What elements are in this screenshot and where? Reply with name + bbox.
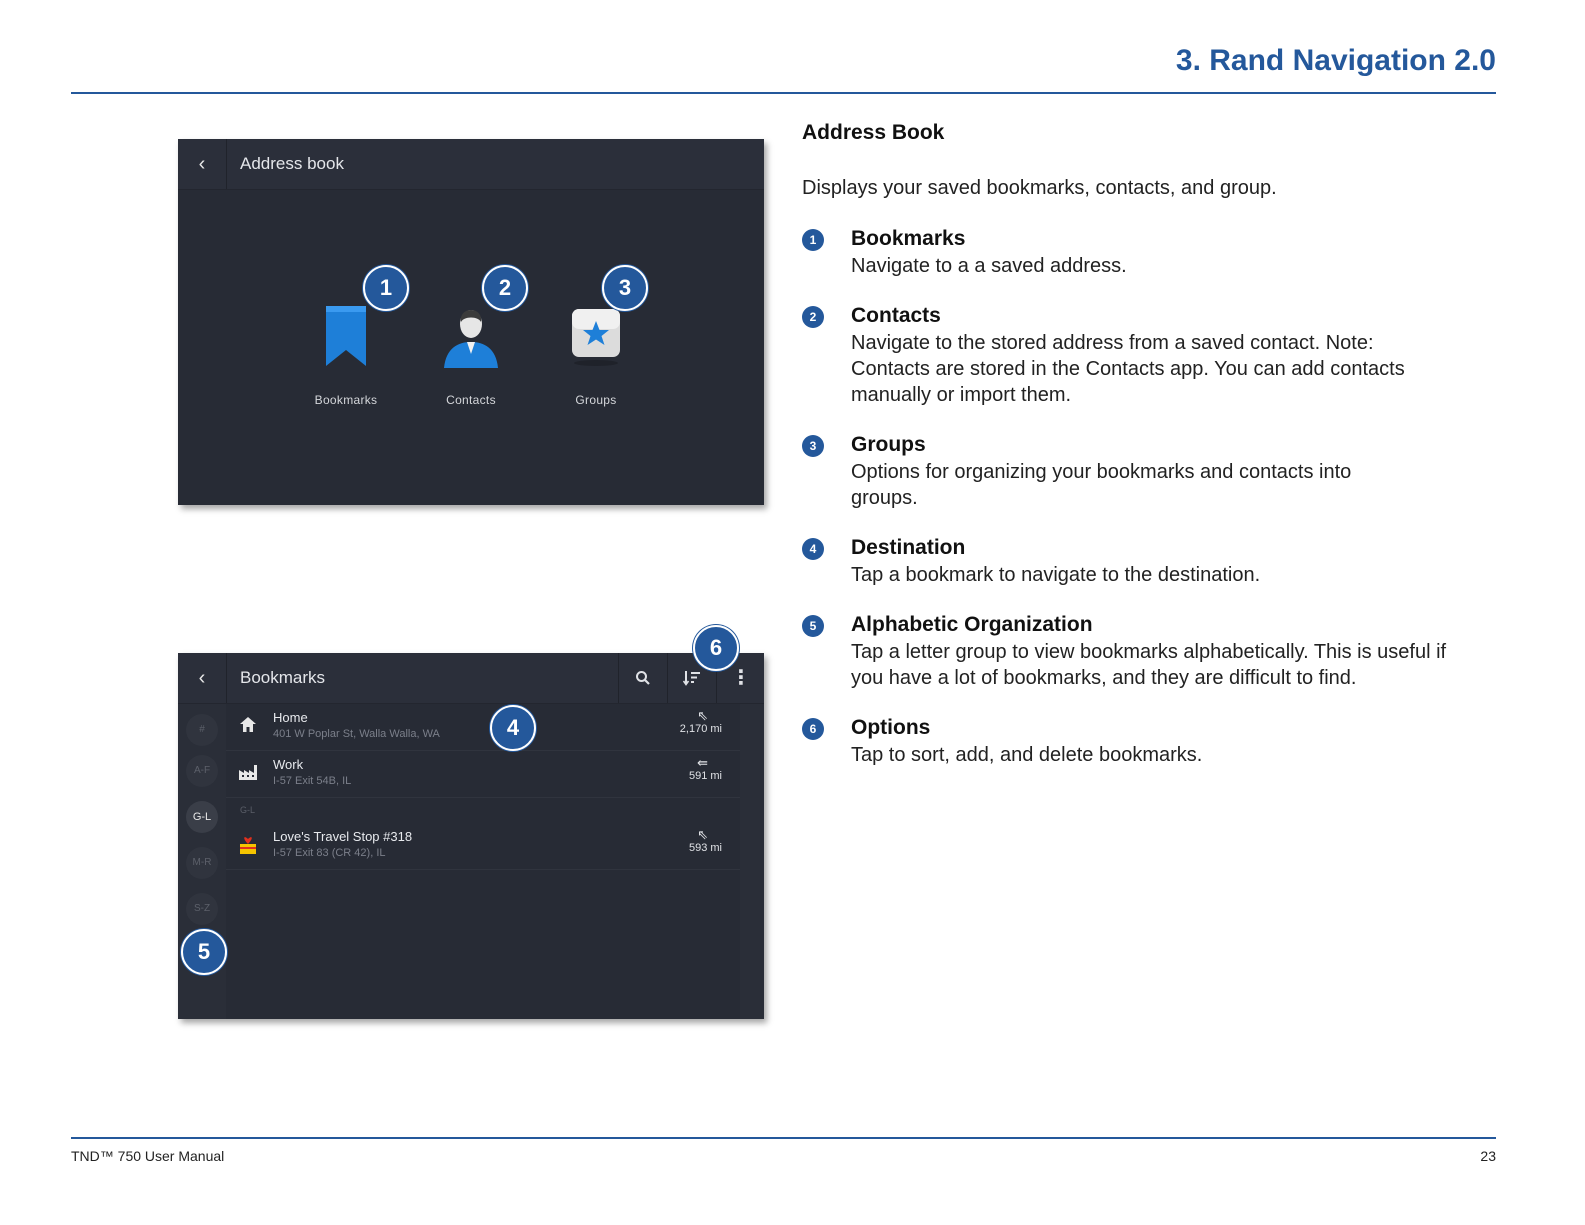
alpha-group-item[interactable]: # bbox=[186, 714, 218, 746]
bookmark-address: 401 W Poplar St, Walla Walla, WA bbox=[273, 728, 440, 740]
alpha-group-item[interactable]: M-R bbox=[186, 847, 218, 879]
bookmarks-tile-label: Bookmarks bbox=[314, 393, 378, 407]
bookmark-icon bbox=[326, 306, 366, 366]
item-body: Navigate to a a saved address. bbox=[851, 255, 1127, 277]
back-button[interactable]: ‹ bbox=[178, 653, 227, 703]
footer-rule bbox=[71, 1137, 1496, 1139]
groups-star-icon bbox=[572, 309, 620, 366]
item-title: Bookmarks bbox=[851, 227, 966, 250]
alpha-group-item[interactable]: S-Z bbox=[186, 893, 218, 925]
contacts-tile[interactable] bbox=[440, 302, 502, 372]
factory-icon bbox=[238, 763, 258, 783]
bookmark-address: I-57 Exit 83 (CR 42), IL bbox=[273, 847, 386, 859]
sort-icon bbox=[682, 670, 700, 686]
page-number: 23 bbox=[1480, 1148, 1496, 1164]
item-number-badge: 3 bbox=[802, 435, 824, 457]
address-book-screenshot: ‹ Address book Bookmarks Contacts Groups bbox=[178, 139, 764, 505]
item-number-badge: 5 bbox=[802, 615, 824, 637]
item-number-badge: 6 bbox=[802, 718, 824, 740]
callout-2: 2 bbox=[482, 265, 528, 311]
item-body: Tap to sort, add, and delete bookmarks. bbox=[851, 744, 1203, 766]
bookmark-row-work[interactable]: Work I-57 Exit 54B, IL ⇚ 591 mi bbox=[226, 751, 740, 798]
callout-5: 5 bbox=[181, 929, 227, 975]
callout-3: 3 bbox=[602, 265, 648, 311]
back-button[interactable]: ‹ bbox=[178, 139, 227, 189]
screen-title: Address book bbox=[240, 154, 344, 173]
groups-tile-label: Groups bbox=[575, 393, 617, 407]
direction-arrow-icon: ⇖ bbox=[697, 708, 708, 723]
item-body: Options for organizing your bookmarks an… bbox=[851, 461, 1352, 509]
home-icon bbox=[238, 716, 258, 736]
footer-manual-name: TND™ 750 User Manual bbox=[71, 1148, 225, 1164]
item-number-badge: 2 bbox=[802, 306, 824, 328]
callout-4: 4 bbox=[490, 705, 536, 751]
contacts-tile-label: Contacts bbox=[446, 393, 496, 407]
item-title: Alphabetic Organization bbox=[851, 613, 1093, 636]
contact-person-icon bbox=[444, 310, 498, 368]
bookmarks-screenshot: ‹ Bookmarks ⋮ # A-F G-L M-R S-Z Home 401… bbox=[178, 653, 764, 1019]
more-vertical-icon: ⋮ bbox=[731, 667, 751, 689]
bookmark-distance: ⇚ 591 mi bbox=[662, 755, 722, 783]
item-body: Tap a bookmark to navigate to the destin… bbox=[851, 564, 1261, 586]
group-header: G-L bbox=[240, 805, 256, 815]
screen-title: Bookmarks bbox=[240, 668, 326, 687]
bookmark-distance: ⇖ 2,170 mi bbox=[662, 708, 722, 736]
groups-tile[interactable] bbox=[566, 305, 626, 367]
scrollbar[interactable] bbox=[740, 704, 764, 1019]
bookmark-name: Love's Travel Stop #318 bbox=[273, 829, 413, 844]
bookmarks-top-bar: ‹ Bookmarks ⋮ bbox=[178, 653, 764, 704]
bookmark-name: Work bbox=[273, 757, 304, 772]
search-button[interactable] bbox=[618, 653, 667, 703]
header-rule bbox=[71, 92, 1496, 94]
bookmark-row-loves[interactable]: Love's Travel Stop #318 I-57 Exit 83 (CR… bbox=[226, 823, 740, 870]
item-title: Options bbox=[851, 716, 931, 739]
item-number-badge: 4 bbox=[802, 538, 824, 560]
loves-logo-icon bbox=[238, 835, 258, 855]
callout-6: 6 bbox=[693, 625, 739, 671]
alpha-group-item[interactable]: A-F bbox=[186, 755, 218, 787]
direction-arrow-icon: ⇚ bbox=[697, 755, 708, 770]
section-intro: Displays your saved bookmarks, contacts,… bbox=[802, 177, 1277, 199]
direction-arrow-icon: ⇖ bbox=[697, 827, 708, 842]
item-title: Destination bbox=[851, 536, 966, 559]
bookmark-row-home[interactable]: Home 401 W Poplar St, Walla Walla, WA ⇖ … bbox=[226, 704, 740, 751]
chapter-title: 3. Rand Navigation 2.0 bbox=[1175, 44, 1496, 77]
search-icon bbox=[636, 670, 650, 685]
item-title: Groups bbox=[851, 433, 926, 456]
item-body: Navigate to the stored address from a sa… bbox=[851, 332, 1405, 406]
alpha-group-item-active[interactable]: G-L bbox=[186, 801, 218, 833]
callout-1: 1 bbox=[363, 265, 409, 311]
address-book-top-bar: ‹ Address book bbox=[178, 139, 764, 190]
item-number-badge: 1 bbox=[802, 229, 824, 251]
bookmark-name: Home bbox=[273, 710, 308, 725]
section-heading: Address Book bbox=[802, 121, 945, 144]
bookmark-address: I-57 Exit 54B, IL bbox=[273, 775, 352, 787]
bookmarks-tile[interactable] bbox=[318, 302, 374, 372]
item-title: Contacts bbox=[851, 304, 941, 327]
item-body: Tap a letter group to view bookmarks alp… bbox=[851, 641, 1447, 689]
bookmark-distance: ⇖ 593 mi bbox=[662, 827, 722, 855]
